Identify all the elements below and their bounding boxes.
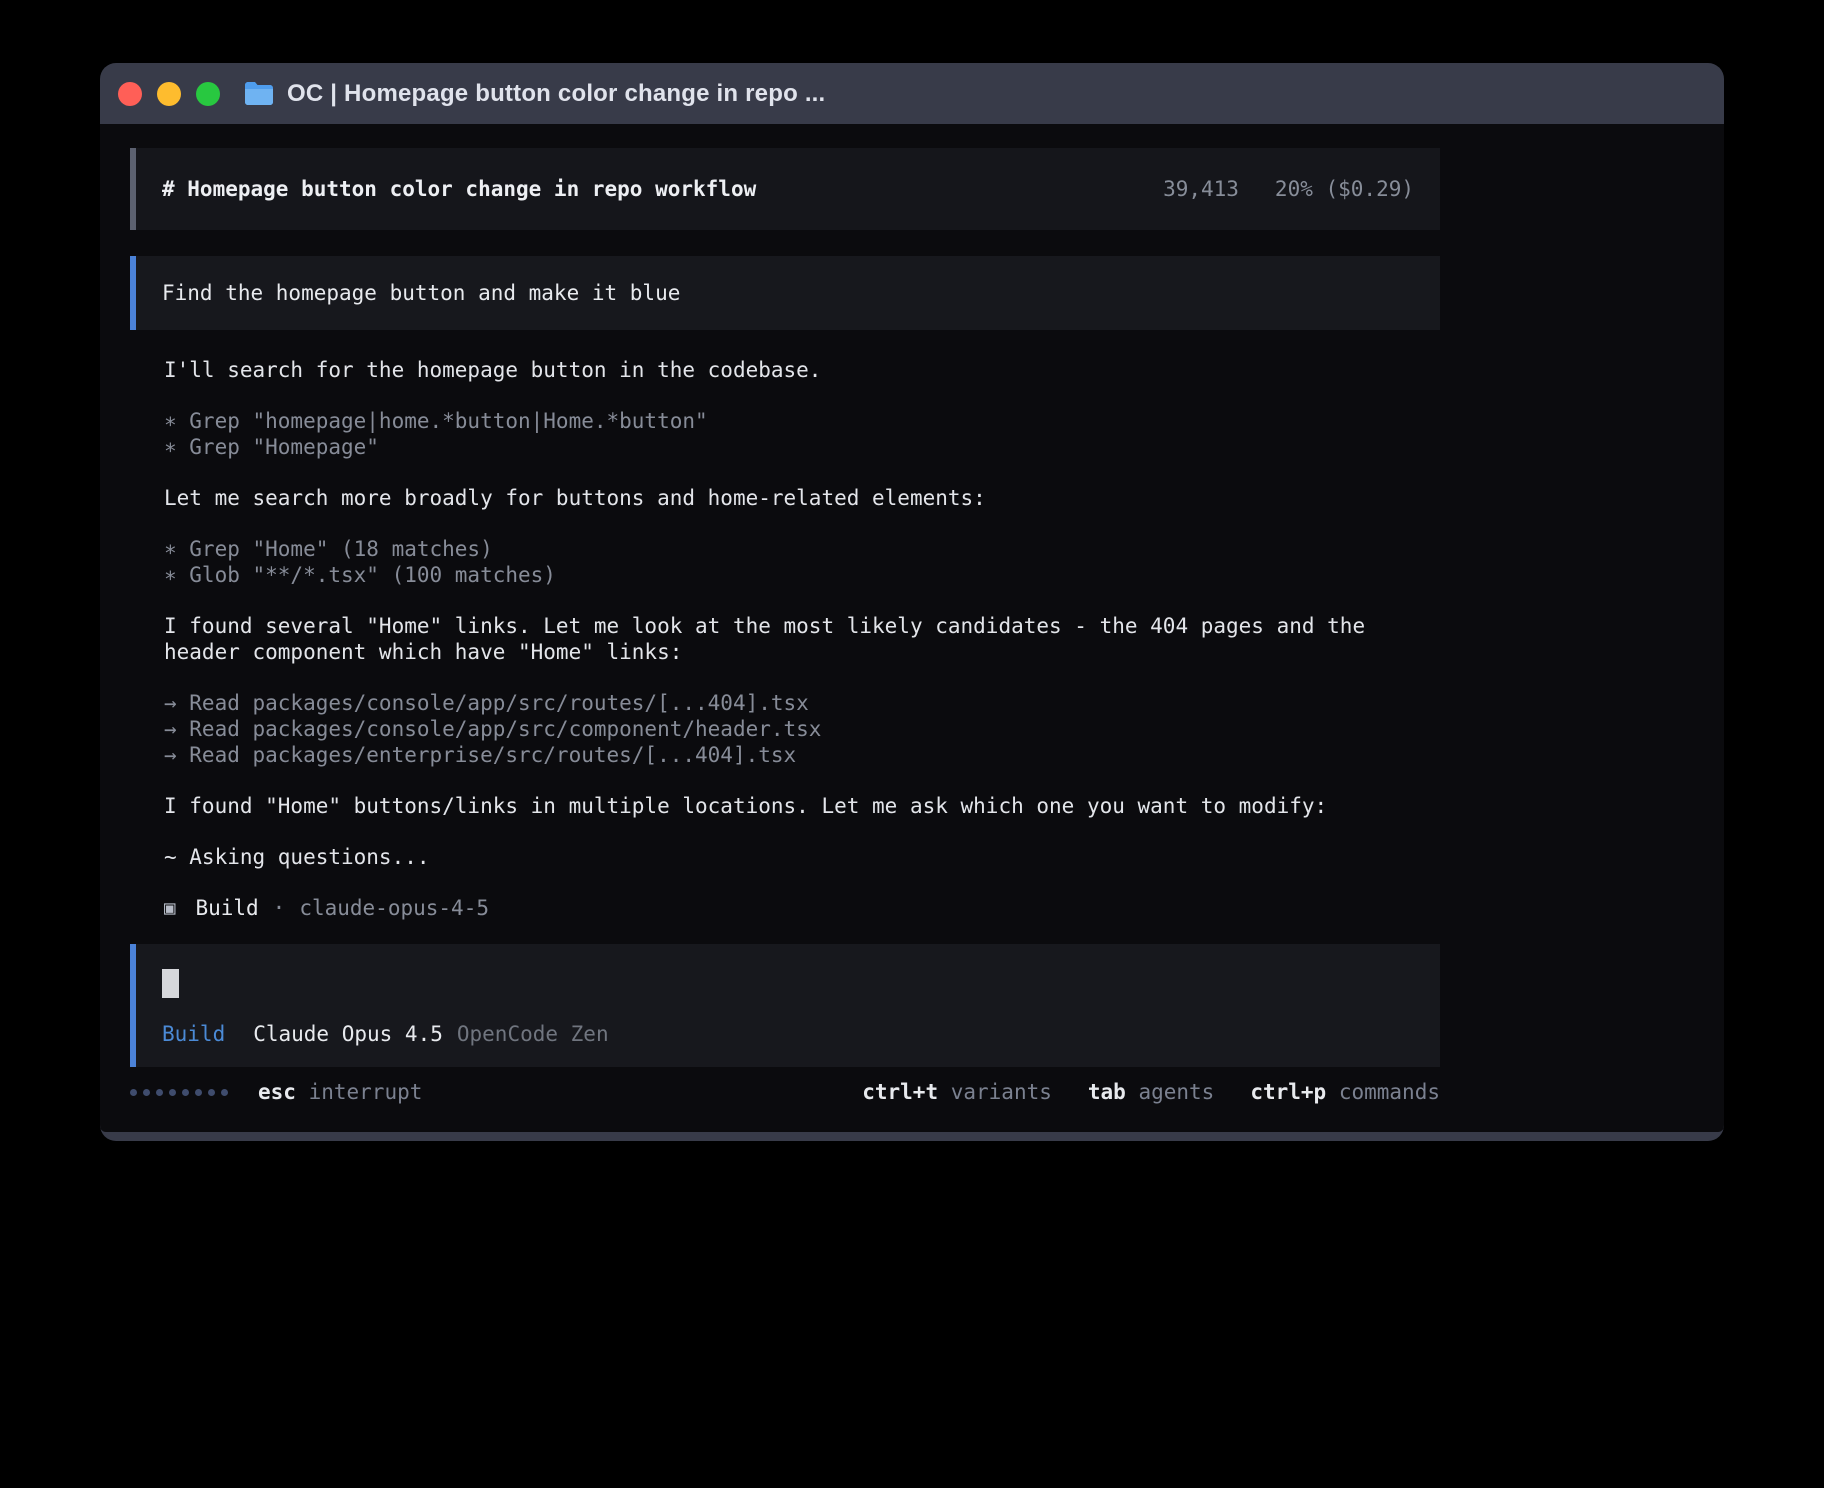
ctrl-t-key: ctrl+t [862, 1080, 938, 1104]
prompt-input[interactable]: Build Claude Opus 4.5 OpenCode Zen [130, 944, 1440, 1067]
mode-name[interactable]: Build [162, 1022, 225, 1046]
session-stats: 39,413 20% ($0.29) [1163, 177, 1414, 201]
tool-call-read: → Read packages/console/app/src/routes/[… [164, 690, 1440, 716]
token-count: 39,413 [1163, 177, 1239, 201]
assistant-transcript: I'll search for the homepage button in t… [130, 357, 1440, 921]
assistant-paragraph: I'll search for the homepage button in t… [164, 357, 1440, 383]
assistant-paragraph: I found several "Home" links. Let me loo… [164, 613, 1440, 665]
tab-key: tab [1088, 1080, 1126, 1104]
tool-call-group: → Read packages/console/app/src/routes/[… [164, 690, 1440, 768]
close-button[interactable] [118, 82, 142, 106]
agents-hint: tab agents [1088, 1079, 1214, 1105]
user-message-text: Find the homepage button and make it blu… [162, 281, 680, 305]
assistant-conclusion: I found "Home" buttons/links in multiple… [164, 793, 1440, 819]
activity-spinner-icon [130, 1089, 228, 1096]
tool-call-grep: ∗ Grep "Home" (18 matches) [164, 536, 1440, 562]
tool-call-group: ∗ Grep "Home" (18 matches) ∗ Glob "**/*.… [164, 536, 1440, 588]
model-provider: OpenCode Zen [457, 1022, 609, 1046]
interrupt-label: interrupt [296, 1080, 422, 1104]
tool-call-grep: ∗ Grep "Homepage" [164, 434, 1440, 460]
assistant-paragraph: Let me search more broadly for buttons a… [164, 485, 1440, 511]
assistant-intro: I'll search for the homepage button in t… [164, 357, 1440, 383]
agent-badge: ▣ Build · claude-opus-4-5 [164, 895, 1440, 921]
agent-model: claude-opus-4-5 [299, 895, 489, 921]
tool-call-grep: ∗ Grep "homepage|home.*button|Home.*butt… [164, 408, 1440, 434]
window-titlebar[interactable]: OC | Homepage button color change in rep… [100, 63, 1724, 124]
agent-icon: ▣ [164, 895, 175, 921]
tool-call-group: ∗ Grep "homepage|home.*button|Home.*butt… [164, 408, 1440, 460]
traffic-lights [118, 82, 220, 106]
commands-hint: ctrl+p commands [1250, 1079, 1440, 1105]
status-bar-left: esc interrupt [130, 1079, 422, 1105]
agent-name: Build [195, 895, 258, 921]
tool-call-read: → Read packages/console/app/src/componen… [164, 716, 1440, 742]
status-group: ~ Asking questions... [164, 844, 1440, 870]
window-title: OC | Homepage button color change in rep… [287, 80, 825, 108]
agent-separator: · [273, 895, 286, 921]
commands-label: commands [1326, 1080, 1440, 1104]
session-title: # Homepage button color change in repo w… [162, 177, 756, 201]
context-usage: 20% ($0.29) [1275, 177, 1414, 201]
tool-call-read: → Read packages/enterprise/src/routes/[.… [164, 742, 1440, 768]
model-name[interactable]: Claude Opus 4.5 [253, 1022, 443, 1046]
terminal-window: OC | Homepage button color change in rep… [100, 63, 1724, 1141]
minimize-button[interactable] [157, 82, 181, 106]
interrupt-hint: esc interrupt [258, 1079, 422, 1105]
zoom-button[interactable] [196, 82, 220, 106]
session-header: # Homepage button color change in repo w… [130, 148, 1440, 230]
titlebar-title-group: OC | Homepage button color change in rep… [244, 80, 825, 108]
input-mode-line: Build Claude Opus 4.5 OpenCode Zen [162, 1022, 1414, 1046]
status-bar: esc interrupt ctrl+t variants tab agents… [130, 1079, 1440, 1105]
ctrl-p-key: ctrl+p [1250, 1080, 1326, 1104]
folder-icon [244, 81, 274, 106]
esc-key: esc [258, 1080, 296, 1104]
terminal-content: # Homepage button color change in repo w… [130, 124, 1440, 1105]
assistant-candidates: I found several "Home" links. Let me loo… [164, 613, 1440, 665]
variants-label: variants [938, 1080, 1052, 1104]
terminal-body: # Homepage button color change in repo w… [100, 124, 1724, 1132]
desktop: { "window": { "title": "OC | Homepage bu… [0, 0, 1824, 1488]
assistant-paragraph: I found "Home" buttons/links in multiple… [164, 793, 1440, 819]
status-bar-right: ctrl+t variants tab agents ctrl+p comman… [862, 1079, 1440, 1105]
user-message: Find the homepage button and make it blu… [130, 256, 1440, 330]
assistant-broader: Let me search more broadly for buttons a… [164, 485, 1440, 511]
tool-call-glob: ∗ Glob "**/*.tsx" (100 matches) [164, 562, 1440, 588]
variants-hint: ctrl+t variants [862, 1079, 1052, 1105]
agents-label: agents [1126, 1080, 1215, 1104]
text-cursor [162, 969, 179, 998]
asking-questions-status: ~ Asking questions... [164, 844, 1440, 870]
